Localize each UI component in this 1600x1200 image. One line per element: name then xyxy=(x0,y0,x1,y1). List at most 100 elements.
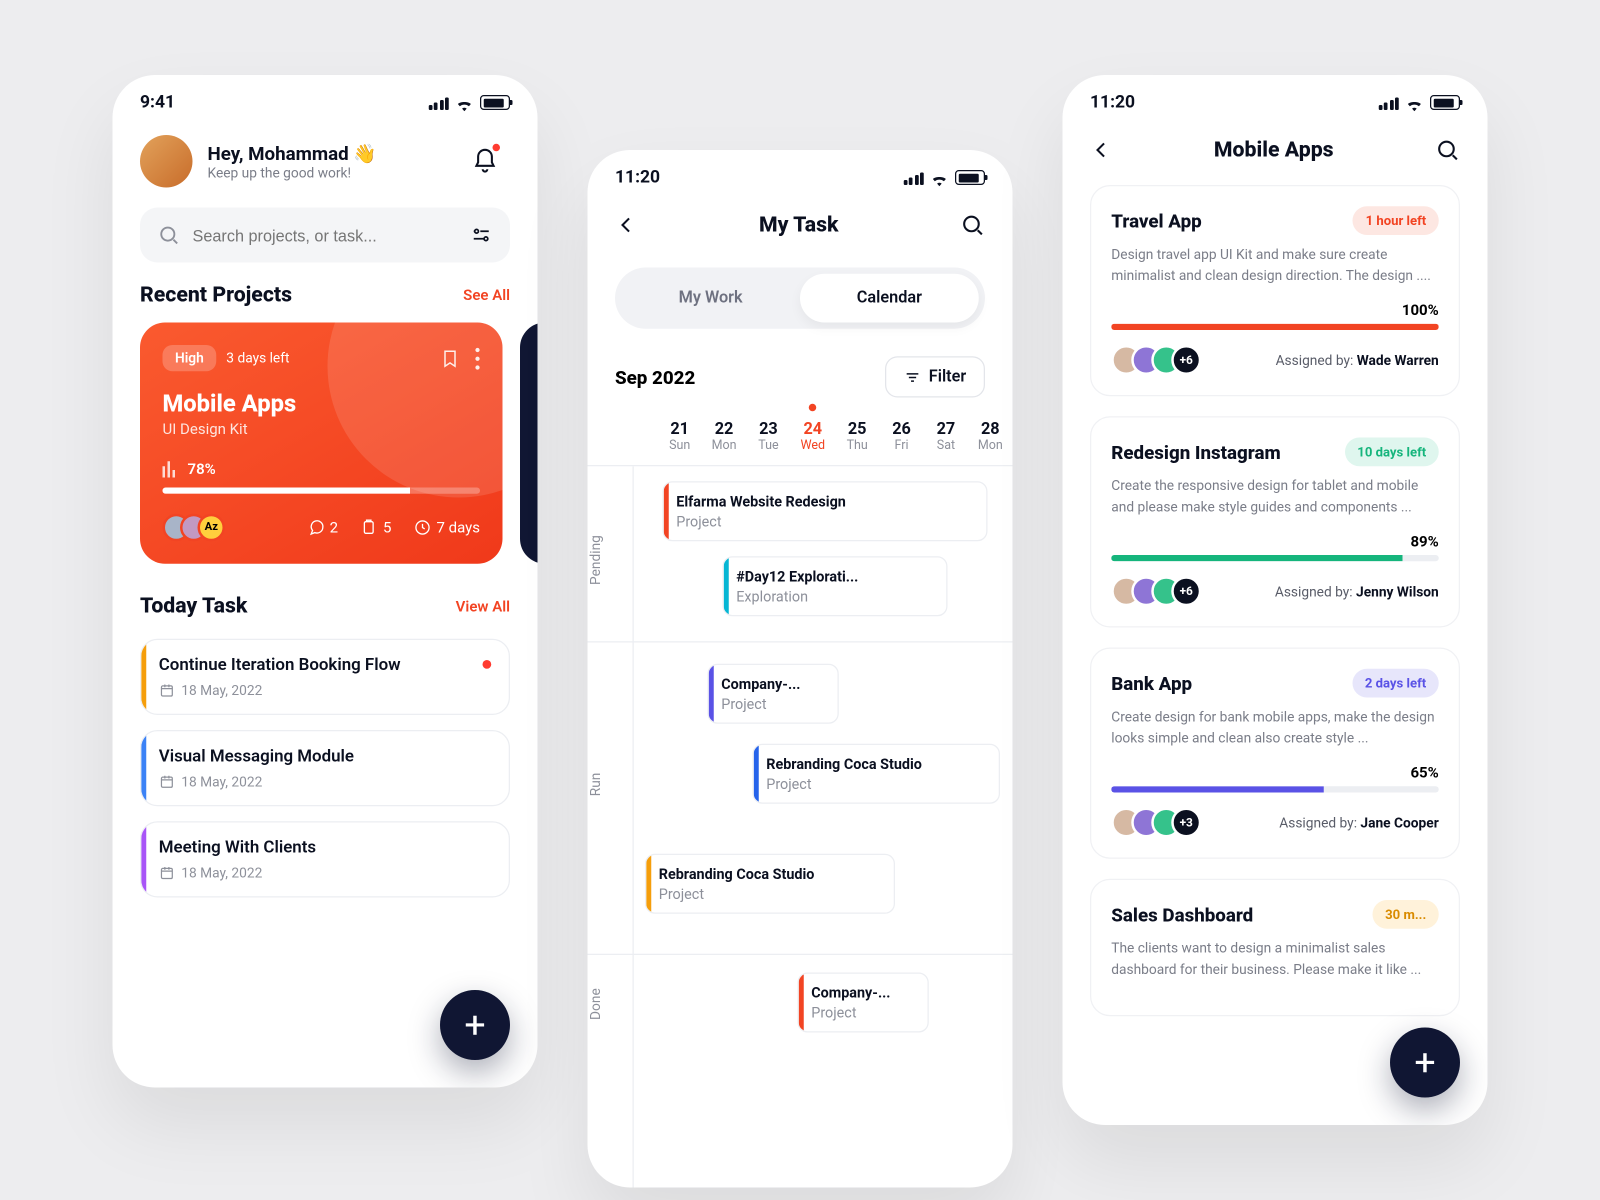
day-col[interactable]: 26Fri xyxy=(879,420,923,453)
project-card-mobile-apps[interactable]: High 3 days left Mobile Apps UI Design K… xyxy=(140,323,503,564)
task-item[interactable]: Continue Iteration Booking Flow 18 May, … xyxy=(140,639,510,715)
search-button[interactable] xyxy=(960,213,985,238)
progress-pct: 100% xyxy=(1111,301,1439,319)
project-sub: UI Design Kit xyxy=(163,420,481,438)
gantt-task[interactable]: #Day12 Explorati...Exploration xyxy=(723,556,948,616)
search-button[interactable] xyxy=(1435,138,1460,163)
day-col-today[interactable]: 24Wed xyxy=(791,420,835,453)
wifi-icon xyxy=(930,171,949,185)
projects-carousel[interactable]: High 3 days left Mobile Apps UI Design K… xyxy=(113,323,538,572)
signal-icon xyxy=(1378,96,1399,110)
progress-pct: 89% xyxy=(1111,533,1439,551)
clock-icon xyxy=(414,519,432,537)
project-card[interactable]: Travel App 1 hour left Design travel app… xyxy=(1090,185,1460,396)
today-task-title: Today Task xyxy=(140,594,247,619)
gantt-task[interactable]: Company-...Project xyxy=(798,973,929,1033)
today-task-list: Continue Iteration Booking Flow 18 May, … xyxy=(113,634,538,913)
status-bar: 11:20 xyxy=(1063,75,1488,123)
gantt-task[interactable]: Company-...Project xyxy=(708,664,839,724)
project-name: Travel App xyxy=(1111,209,1201,232)
task-item[interactable]: Meeting With Clients 18 May, 2022 xyxy=(140,821,510,897)
filter-button[interactable]: Filter xyxy=(885,356,985,397)
battery-icon xyxy=(1430,95,1460,110)
comments-stat: 2 xyxy=(307,519,338,537)
project-card[interactable]: Sales Dashboard 30 m... The clients want… xyxy=(1090,879,1460,1017)
calendar-gantt[interactable]: Pending Run Done Elfarma Website Redesig… xyxy=(588,466,1013,1187)
task-date: 18 May, 2022 xyxy=(159,774,492,790)
notification-dot-icon xyxy=(493,144,501,152)
bookmark-icon[interactable] xyxy=(440,347,460,370)
lane-done: Done xyxy=(588,973,633,1036)
docs-stat: 5 xyxy=(361,519,392,537)
page-title: My Task xyxy=(759,213,839,238)
search-bar[interactable] xyxy=(140,208,510,263)
search-input[interactable] xyxy=(193,226,458,245)
mobile-apps-screen: 11:20 Mobile Apps Travel App 1 hour left… xyxy=(1063,75,1488,1125)
task-date: 18 May, 2022 xyxy=(159,865,492,881)
project-name: Redesign Instagram xyxy=(1111,441,1280,464)
project-card[interactable]: Bank App 2 days left Create design for b… xyxy=(1090,648,1460,859)
assignee-avatars[interactable]: +6 xyxy=(1111,345,1201,375)
view-segmented-control[interactable]: My Work Calendar xyxy=(615,268,985,329)
week-days-row[interactable]: 21Sun 22Mon 23Tue 24Wed 25Thu 26Fri 27Sa… xyxy=(588,410,1013,466)
gantt-task[interactable]: Rebranding Coca StudioProject xyxy=(645,854,895,914)
deadline-pill: 1 hour left xyxy=(1353,206,1439,235)
day-col[interactable]: 21Sun xyxy=(658,420,702,453)
assignee-avatars[interactable]: +6 xyxy=(1111,576,1201,606)
more-count-badge: +6 xyxy=(1171,576,1201,606)
day-col[interactable]: 23Tue xyxy=(746,420,790,453)
day-col[interactable]: 25Thu xyxy=(835,420,879,453)
signal-icon xyxy=(428,96,449,110)
tab-my-work[interactable]: My Work xyxy=(621,274,800,323)
project-card[interactable]: Redesign Instagram 10 days left Create t… xyxy=(1090,416,1460,627)
assigned-by: Assigned by: Jenny Wilson xyxy=(1275,583,1439,599)
back-button[interactable] xyxy=(1090,139,1113,162)
duration-stat: 7 days xyxy=(414,519,480,537)
recent-projects-title: Recent Projects xyxy=(140,283,292,308)
see-all-link[interactable]: See All xyxy=(463,286,510,304)
day-col[interactable]: 27Sat xyxy=(924,420,968,453)
signal-icon xyxy=(903,171,924,185)
gantt-task[interactable]: Elfarma Website RedesignProject xyxy=(663,481,988,541)
add-project-fab[interactable]: + xyxy=(1390,1028,1460,1098)
bars-icon xyxy=(163,460,176,478)
deadline-pill: 2 days left xyxy=(1352,669,1438,698)
task-title: Visual Messaging Module xyxy=(159,746,492,766)
gantt-task[interactable]: Rebranding Coca StudioProject xyxy=(753,744,1001,804)
progress-bar xyxy=(163,488,481,494)
month-label[interactable]: Sep 2022 xyxy=(615,366,695,389)
deadline-label: 3 days left xyxy=(226,350,289,366)
progress-bar xyxy=(1111,324,1439,330)
add-task-fab[interactable]: + xyxy=(440,990,510,1060)
filter-icon[interactable] xyxy=(470,224,493,247)
clock: 11:20 xyxy=(615,168,660,188)
clock: 11:20 xyxy=(1090,93,1135,113)
project-name: Sales Dashboard xyxy=(1111,903,1253,926)
battery-icon xyxy=(480,95,510,110)
more-icon[interactable] xyxy=(475,347,480,370)
assignee-avatars[interactable]: +3 xyxy=(1111,808,1201,838)
progress-pct: 78% xyxy=(188,460,216,478)
notifications-button[interactable] xyxy=(460,136,510,186)
assignee-avatars[interactable]: Az xyxy=(163,514,226,542)
priority-chip: High xyxy=(163,345,217,371)
task-item[interactable]: Visual Messaging Module 18 May, 2022 xyxy=(140,730,510,806)
project-list[interactable]: Travel App 1 hour left Design travel app… xyxy=(1063,178,1488,1037)
project-card-next[interactable] xyxy=(520,323,538,564)
view-all-link[interactable]: View All xyxy=(456,598,510,616)
assigned-by: Assigned by: Wade Warren xyxy=(1276,352,1439,368)
status-bar: 9:41 xyxy=(113,75,538,123)
tab-calendar[interactable]: Calendar xyxy=(800,274,979,323)
more-count-badge: +6 xyxy=(1171,345,1201,375)
more-count-badge: +3 xyxy=(1171,808,1201,838)
comment-icon xyxy=(307,519,325,537)
clock: 9:41 xyxy=(140,93,175,113)
progress-bar xyxy=(1111,786,1439,792)
assigned-by: Assigned by: Jane Cooper xyxy=(1279,814,1438,830)
day-col[interactable]: 22Mon xyxy=(702,420,746,453)
user-avatar[interactable] xyxy=(140,135,193,188)
back-button[interactable] xyxy=(615,214,638,237)
day-col[interactable]: 28Mon xyxy=(968,420,1012,453)
deadline-pill: 10 days left xyxy=(1345,438,1439,467)
battery-icon xyxy=(955,170,985,185)
